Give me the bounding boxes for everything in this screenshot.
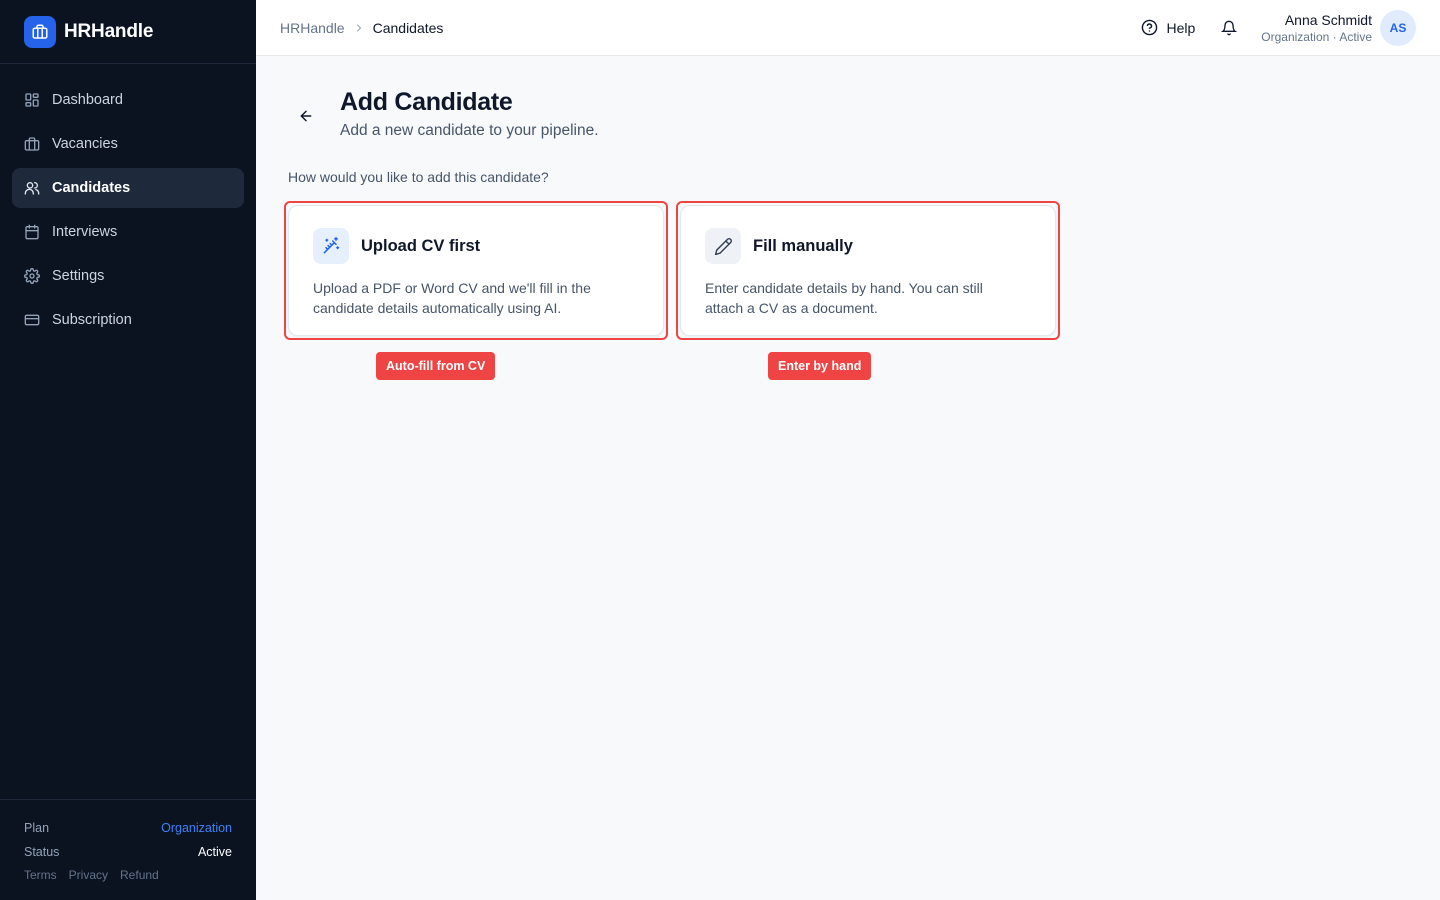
sidebar-item-settings[interactable]: Settings bbox=[12, 256, 244, 296]
plan-value[interactable]: Organization bbox=[161, 821, 232, 835]
credit-card-icon bbox=[24, 312, 40, 328]
user-name: Anna Schmidt bbox=[1284, 11, 1372, 28]
back-button[interactable] bbox=[292, 102, 320, 130]
auto-fill-tag: Auto-fill from CV bbox=[376, 352, 496, 380]
status-row: Status Active bbox=[24, 840, 232, 864]
sidebar-item-label: Candidates bbox=[52, 180, 131, 196]
sidebar-footer: Plan Organization Status Active Terms Pr… bbox=[0, 799, 256, 900]
sidebar-item-label: Dashboard bbox=[52, 92, 123, 108]
sidebar-item-candidates[interactable]: Candidates bbox=[12, 168, 244, 208]
status-label: Status bbox=[24, 845, 60, 859]
footer-links: Terms Privacy Refund bbox=[24, 868, 232, 882]
help-circle-icon bbox=[1141, 19, 1158, 36]
sidebar-item-label: Vacancies bbox=[52, 136, 118, 152]
sidebar-item-label: Interviews bbox=[52, 224, 118, 240]
sidebar-item-vacancies[interactable]: Vacancies bbox=[12, 124, 244, 164]
help-label: Help bbox=[1166, 19, 1196, 36]
briefcase-icon bbox=[24, 136, 40, 152]
plan-row: Plan Organization bbox=[24, 816, 232, 840]
privacy-link[interactable]: Privacy bbox=[69, 868, 108, 882]
option-description: Upload a PDF or Word CV and we'll fill i… bbox=[313, 280, 591, 316]
avatar[interactable]: AS bbox=[1380, 9, 1416, 46]
sidebar-item-label: Subscription bbox=[52, 312, 132, 328]
help-button[interactable]: Help bbox=[1141, 19, 1195, 36]
chevron-right-icon bbox=[353, 22, 365, 34]
gear-icon bbox=[24, 268, 40, 284]
brand[interactable]: HRHandle bbox=[0, 0, 256, 64]
plan-label: Plan bbox=[24, 821, 50, 835]
user-info[interactable]: Anna Schmidt Organization · Active bbox=[1261, 12, 1372, 44]
top-actions: Help Anna Schmidt Organization · Active … bbox=[1141, 9, 1440, 46]
upload-cv-highlight: Upload CV first Upload a PDF or Word CV … bbox=[284, 201, 668, 340]
magic-wand-icon bbox=[313, 228, 349, 264]
bell-icon bbox=[1221, 20, 1238, 36]
option-title: Fill manually bbox=[753, 236, 853, 255]
sidebar-item-interviews[interactable]: Interviews bbox=[12, 212, 244, 252]
terms-link[interactable]: Terms bbox=[24, 868, 57, 882]
sidebar-item-subscription[interactable]: Subscription bbox=[12, 300, 244, 340]
refund-link[interactable]: Refund bbox=[120, 868, 159, 882]
breadcrumb: HRHandle Candidates bbox=[256, 20, 443, 36]
breadcrumb-current: Candidates bbox=[372, 19, 444, 36]
notifications-button[interactable] bbox=[1221, 20, 1238, 36]
sidebar-item-label: Settings bbox=[52, 268, 105, 284]
top-bar: HRHandle Candidates Help Anna Schmidt Or… bbox=[256, 0, 1440, 56]
option-description: Enter candidate details by hand. You can… bbox=[705, 280, 983, 316]
upload-cv-option[interactable]: Upload CV first Upload a PDF or Word CV … bbox=[288, 205, 664, 336]
dashboard-icon bbox=[24, 92, 40, 108]
briefcase-logo-icon bbox=[24, 15, 56, 48]
sidebar: HRHandle Dashboard Vacancies Candidates … bbox=[0, 0, 256, 900]
user-subtitle: Organization · Active bbox=[1261, 29, 1372, 44]
fill-manually-highlight: Fill manually Enter candidate details by… bbox=[676, 201, 1060, 340]
arrow-left-icon bbox=[298, 108, 314, 124]
calendar-icon bbox=[24, 224, 40, 240]
breadcrumb-root[interactable]: HRHandle bbox=[280, 20, 345, 36]
fill-manually-option[interactable]: Fill manually Enter candidate details by… bbox=[680, 205, 1056, 336]
page-subtitle: Add a new candidate to your pipeline. bbox=[340, 122, 599, 139]
brand-name: HRHandle bbox=[64, 20, 154, 42]
add-method-question: How would you like to add this candidate… bbox=[288, 169, 549, 185]
status-value: Active bbox=[197, 845, 232, 859]
option-title: Upload CV first bbox=[361, 236, 481, 255]
enter-by-hand-tag: Enter by hand bbox=[768, 352, 872, 380]
page-title: Add Candidate bbox=[340, 88, 513, 116]
pencil-icon bbox=[705, 228, 741, 264]
sidebar-item-dashboard[interactable]: Dashboard bbox=[12, 80, 244, 120]
users-icon bbox=[24, 180, 40, 196]
sidebar-nav: Dashboard Vacancies Candidates Interview… bbox=[0, 64, 256, 340]
